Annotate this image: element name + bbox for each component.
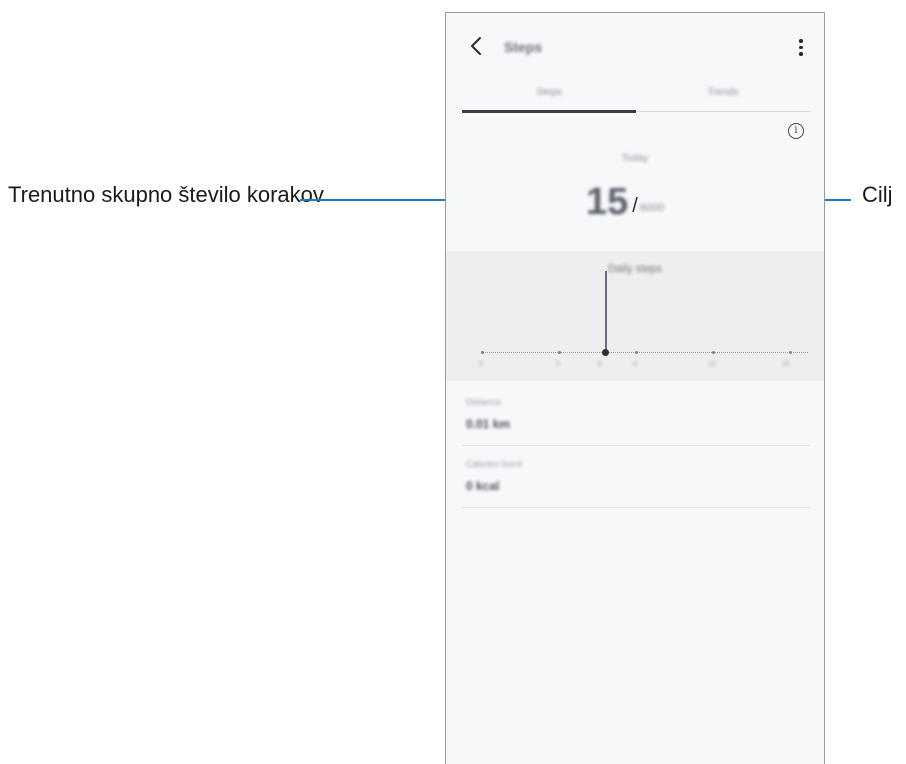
chart-tick bbox=[789, 351, 792, 354]
chart-x-label: 12 bbox=[708, 361, 716, 368]
steps-separator: / bbox=[632, 195, 638, 217]
period-label: Today bbox=[621, 153, 649, 164]
stat-value: 0.01 km bbox=[466, 417, 511, 431]
chart-tick bbox=[558, 351, 561, 354]
chart-current-dot bbox=[602, 349, 609, 356]
chart-tick bbox=[481, 351, 484, 354]
tab-steps[interactable]: Steps bbox=[462, 87, 636, 98]
tab-trends[interactable]: Trends bbox=[636, 87, 810, 98]
figure: Trenutno skupno število korakov Cilj Ste… bbox=[0, 0, 906, 764]
steps-count: 15 bbox=[586, 181, 629, 223]
chart-x-label: 6 bbox=[598, 361, 602, 368]
page-title: Steps bbox=[504, 39, 543, 55]
callout-label-goal: Cilj bbox=[862, 182, 893, 207]
back-arrow-icon[interactable] bbox=[468, 35, 486, 57]
callout-label-total-steps: Trenutno skupno število korakov bbox=[8, 182, 324, 207]
chart-tick bbox=[635, 351, 638, 354]
steps-summary: 15 / 6000 bbox=[586, 178, 664, 222]
phone-screen: Steps Steps Trends i Today 15 / 6000 0 3… bbox=[445, 12, 825, 764]
stat-row-distance: Distance 0.01 km bbox=[462, 385, 810, 446]
stat-title: Distance bbox=[466, 397, 502, 407]
chart-x-label: 9 bbox=[633, 361, 637, 368]
stat-row-calories: Calories burnt 0 kcal bbox=[462, 447, 810, 508]
steps-goal[interactable]: 6000 bbox=[640, 202, 664, 214]
chart-current-bar bbox=[605, 271, 607, 353]
app-bar: Steps bbox=[446, 13, 824, 83]
chart-tick bbox=[712, 351, 715, 354]
chart-x-label: 0 bbox=[479, 361, 483, 368]
more-options-icon[interactable] bbox=[798, 39, 804, 59]
daily-steps-label: Daily steps bbox=[608, 263, 662, 275]
tab-indicator bbox=[462, 110, 636, 113]
stat-title: Calories burnt bbox=[466, 459, 523, 469]
chart-x-label: 3 bbox=[556, 361, 560, 368]
tab-bar: Steps Trends bbox=[462, 85, 810, 113]
info-icon[interactable]: i bbox=[788, 123, 804, 139]
chart-x-label: 15 bbox=[782, 361, 790, 368]
chart-baseline bbox=[482, 352, 808, 353]
stat-value: 0 kcal bbox=[466, 479, 500, 493]
